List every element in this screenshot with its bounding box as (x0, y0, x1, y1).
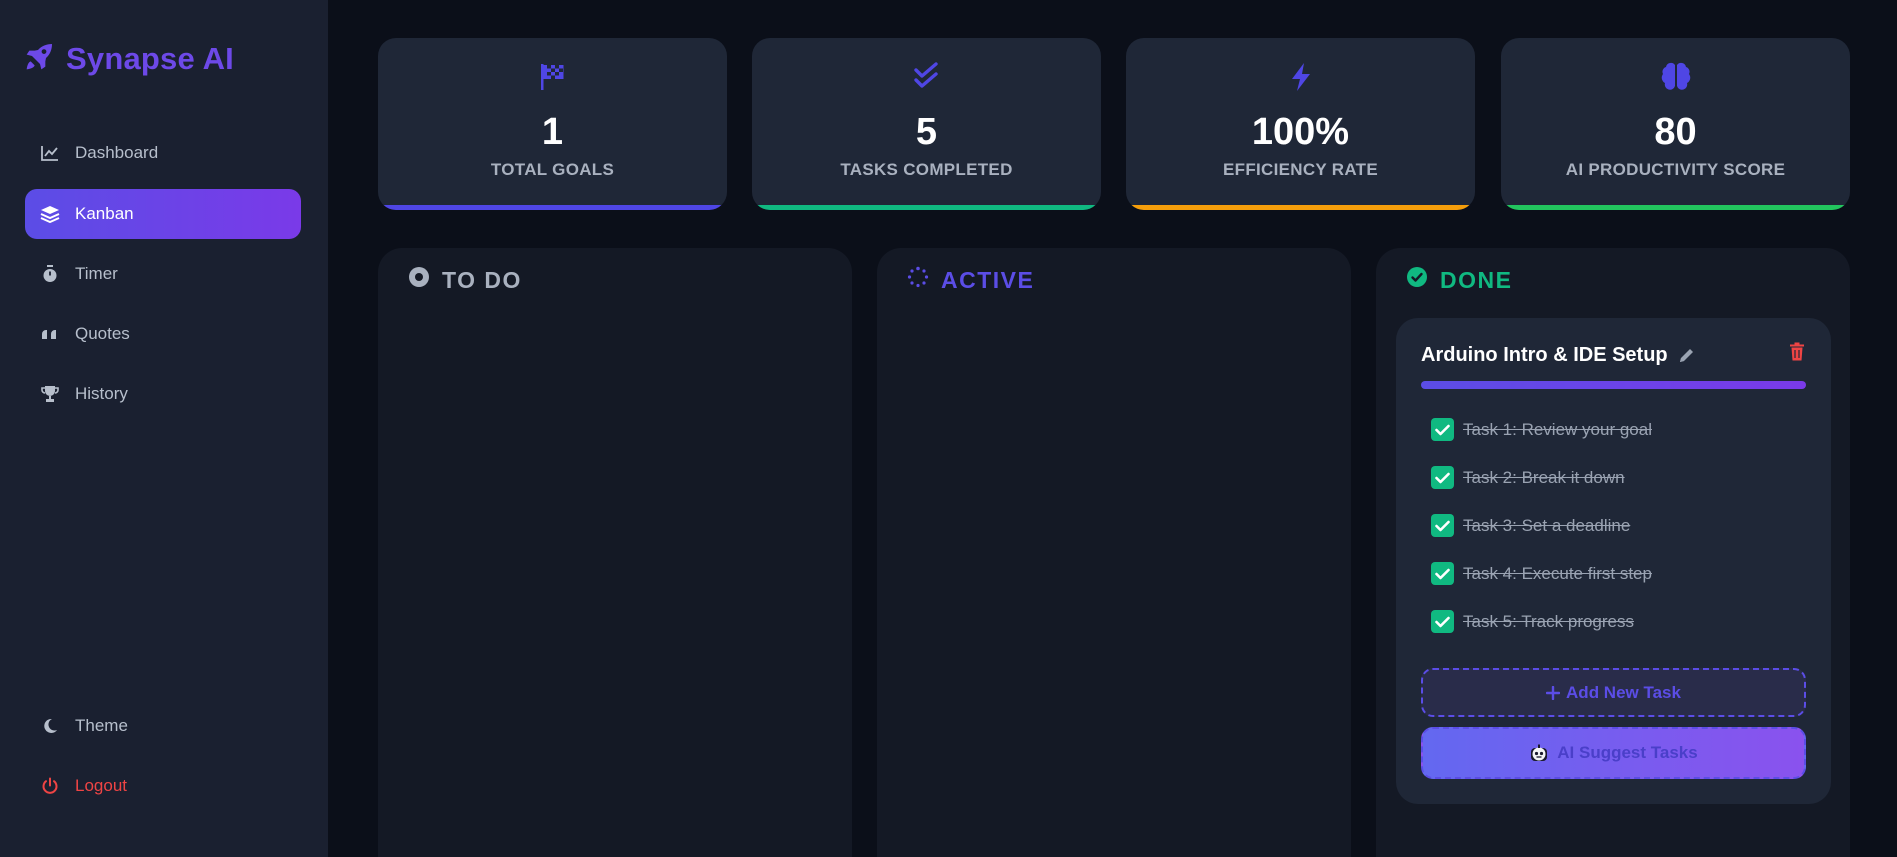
ai-suggest-label: AI Suggest Tasks (1557, 743, 1698, 762)
column-todo: TO DO (378, 248, 852, 857)
sidebar-item-dashboard[interactable]: Dashboard (25, 128, 301, 178)
sidebar-item-label: Timer (75, 264, 118, 283)
stat-total-goals: 1 TOTAL GOALS (378, 38, 727, 210)
ai-suggest-button[interactable]: AI Suggest Tasks (1421, 727, 1806, 779)
robot-icon (1529, 743, 1549, 763)
power-icon (39, 775, 61, 797)
task-item[interactable]: Task 5: Track progress (1431, 610, 1634, 633)
task-item[interactable]: Task 3: Set a deadline (1431, 514, 1630, 537)
sidebar: Synapse AI Dashboard Kanban Timer Quotes… (0, 0, 328, 857)
sidebar-item-label: Kanban (75, 204, 134, 223)
brand-logo[interactable]: Synapse AI (24, 40, 234, 77)
layers-icon (39, 203, 61, 225)
check-circle-icon (1406, 266, 1428, 294)
task-item[interactable]: Task 4: Execute first step (1431, 562, 1652, 585)
sidebar-item-label: History (75, 384, 128, 403)
sidebar-item-label: Dashboard (75, 143, 159, 162)
stat-value: 100% (1251, 111, 1350, 153)
flag-checkered-icon (378, 62, 727, 92)
checkbox-checked-icon[interactable] (1431, 610, 1454, 633)
task-label: Task 1: Review your goal (1463, 419, 1652, 439)
stopwatch-icon (39, 263, 61, 285)
task-label: Task 5: Track progress (1463, 611, 1635, 631)
add-task-button[interactable]: Add New Task (1421, 668, 1806, 717)
column-header: ACTIVE (907, 266, 1034, 294)
stat-accent-bar (1126, 205, 1475, 210)
brain-icon (1501, 62, 1850, 92)
sidebar-item-kanban[interactable]: Kanban (25, 189, 301, 239)
logout-button[interactable]: Logout (25, 761, 301, 811)
task-label: Task 3: Set a deadline (1463, 515, 1631, 535)
pencil-icon[interactable] (1678, 347, 1695, 364)
rocket-icon (24, 40, 56, 77)
stat-value: 80 (1654, 111, 1697, 153)
stat-label: AI PRODUCTIVITY SCORE (1565, 160, 1786, 179)
stat-value: 5 (915, 111, 938, 153)
stat-accent-bar (1501, 205, 1850, 210)
goal-progress-bar (1421, 381, 1806, 389)
column-title: ACTIVE (941, 266, 1035, 293)
sidebar-item-history[interactable]: History (25, 369, 301, 419)
column-header: DONE (1406, 266, 1512, 294)
column-header: TO DO (408, 266, 522, 294)
bolt-icon (1126, 62, 1475, 92)
theme-toggle[interactable]: Theme (25, 701, 301, 751)
stat-label: TOTAL GOALS (490, 160, 615, 179)
trash-icon[interactable] (1789, 342, 1807, 362)
circle-dot-icon (408, 266, 430, 294)
double-check-icon (752, 62, 1101, 92)
column-title: TO DO (442, 266, 522, 293)
stat-ai-productivity-score: 80 AI PRODUCTIVITY SCORE (1501, 38, 1850, 210)
stat-value: 1 (541, 111, 564, 153)
add-task-label: Add New Task (1566, 682, 1681, 702)
chart-line-icon (39, 142, 61, 164)
goal-card[interactable]: Arduino Intro & IDE Setup Task 1: Review… (1396, 318, 1831, 804)
stat-tasks-completed: 5 TASKS COMPLETED (752, 38, 1101, 210)
checkbox-checked-icon[interactable] (1431, 418, 1454, 441)
theme-label: Theme (75, 716, 128, 735)
task-label: Task 4: Execute first step (1463, 563, 1652, 583)
stat-efficiency-rate: 100% EFFICIENCY RATE (1126, 38, 1475, 210)
task-label: Task 2: Break it down (1463, 467, 1625, 487)
goal-title: Arduino Intro & IDE Setup (1421, 344, 1668, 366)
spinner-icon (907, 266, 929, 294)
task-item[interactable]: Task 1: Review your goal (1431, 418, 1652, 441)
checkbox-checked-icon[interactable] (1431, 466, 1454, 489)
stat-label: TASKS COMPLETED (840, 160, 1013, 179)
checkbox-checked-icon[interactable] (1431, 514, 1454, 537)
stat-accent-bar (752, 205, 1101, 210)
logout-label: Logout (75, 776, 127, 795)
sidebar-item-timer[interactable]: Timer (25, 249, 301, 299)
column-title: DONE (1440, 266, 1513, 293)
trophy-icon (39, 383, 61, 405)
goal-card-header: Arduino Intro & IDE Setup (1421, 344, 1695, 367)
stat-accent-bar (378, 205, 727, 210)
column-active: ACTIVE (877, 248, 1351, 857)
sidebar-item-label: Quotes (75, 324, 130, 343)
stat-label: EFFICIENCY RATE (1223, 160, 1378, 179)
checkbox-checked-icon[interactable] (1431, 562, 1454, 585)
plus-icon (1546, 685, 1561, 700)
app-name: Synapse AI (66, 40, 234, 76)
sidebar-item-quotes[interactable]: Quotes (25, 309, 301, 359)
moon-icon (39, 715, 61, 737)
quote-icon (39, 323, 61, 345)
task-item[interactable]: Task 2: Break it down (1431, 466, 1625, 489)
